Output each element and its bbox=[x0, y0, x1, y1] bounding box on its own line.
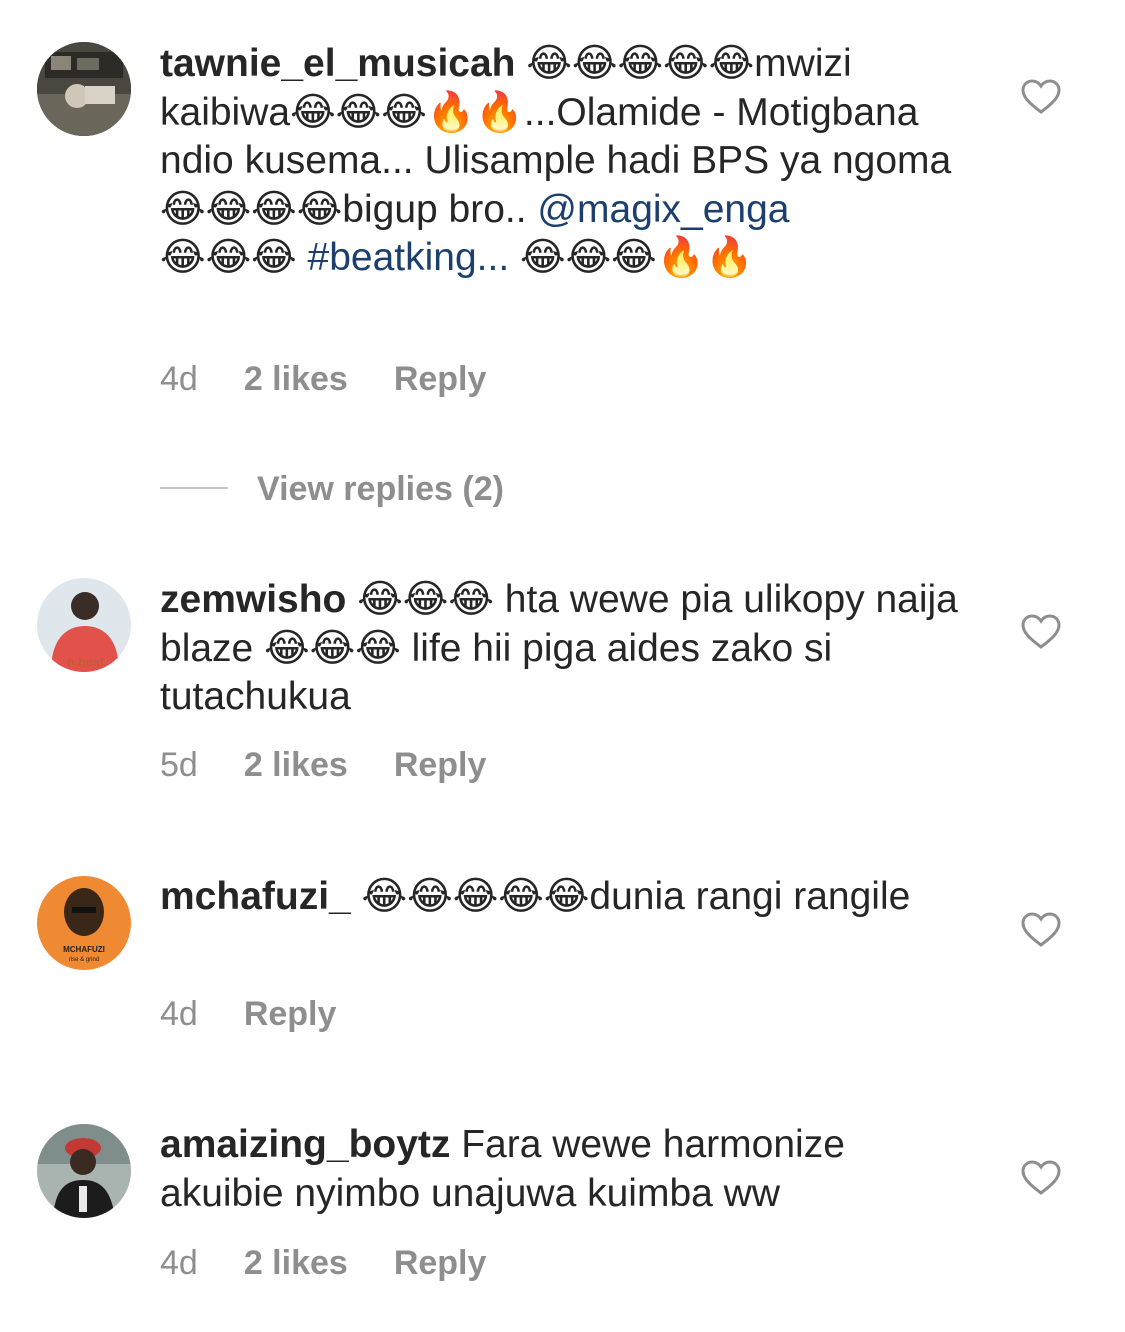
comment-body-end: 😂😂😂🔥🔥 bbox=[509, 236, 754, 279]
likes-count[interactable]: 2 likes bbox=[244, 1244, 348, 1283]
timestamp: 4d bbox=[160, 360, 198, 398]
comment-meta: 4d 2 likes Reply bbox=[160, 360, 532, 400]
avatar[interactable] bbox=[37, 1124, 131, 1218]
timestamp: 5d bbox=[160, 746, 198, 784]
svg-text:MCHAFUZI: MCHAFUZI bbox=[63, 945, 105, 954]
username[interactable]: zemwisho bbox=[160, 578, 346, 621]
comment-body: 😂😂😂😂😂dunia rangi rangile bbox=[350, 875, 911, 918]
svg-text:o beat: o beat bbox=[67, 655, 105, 669]
reply-button[interactable]: Reply bbox=[394, 360, 487, 399]
comment-text: zemwisho 😂😂😂 hta wewe pia ulikopy naija … bbox=[160, 576, 960, 722]
likes-count[interactable]: 2 likes bbox=[244, 746, 348, 785]
timestamp: 4d bbox=[160, 1244, 198, 1282]
comment-meta: 4d Reply bbox=[160, 995, 382, 1035]
mention-link[interactable]: @magix_enga bbox=[537, 188, 789, 231]
heart-outline-icon[interactable] bbox=[1021, 912, 1061, 948]
avatar[interactable]: o beat bbox=[37, 578, 131, 672]
comment-text: amaizing_boytz Fara wewe harmonize akuib… bbox=[160, 1121, 960, 1218]
heart-outline-icon[interactable] bbox=[1021, 1160, 1061, 1196]
hashtag-link[interactable]: #beatking... bbox=[308, 236, 510, 279]
likes-count[interactable]: 2 likes bbox=[244, 360, 348, 399]
cartoon-logo-avatar-image: MCHAFUZI rise & grind bbox=[37, 876, 131, 970]
comment-meta: 5d 2 likes Reply bbox=[160, 746, 532, 786]
avatar[interactable] bbox=[37, 42, 131, 136]
comment-body-continued: 😂😂😂 bbox=[160, 236, 308, 279]
view-replies-label: View replies (2) bbox=[257, 470, 504, 508]
reply-button[interactable]: Reply bbox=[394, 1244, 487, 1283]
person-photo-avatar-image: o beat bbox=[37, 578, 131, 672]
comment-meta: 4d 2 likes Reply bbox=[160, 1244, 532, 1284]
username[interactable]: tawnie_el_musicah bbox=[160, 42, 516, 85]
username[interactable]: amaizing_boytz bbox=[160, 1123, 450, 1166]
person-photo-avatar-image bbox=[37, 1124, 131, 1218]
svg-text:rise & grind: rise & grind bbox=[69, 957, 99, 963]
timestamp: 4d bbox=[160, 995, 198, 1033]
reply-button[interactable]: Reply bbox=[394, 746, 487, 785]
studio-photo-avatar-image bbox=[37, 42, 131, 136]
divider-line bbox=[160, 487, 228, 489]
reply-button[interactable]: Reply bbox=[244, 995, 337, 1034]
heart-outline-icon[interactable] bbox=[1021, 614, 1061, 650]
heart-outline-icon[interactable] bbox=[1021, 79, 1061, 115]
comment-text: tawnie_el_musicah 😂😂😂😂😂mwizi kaibiwa😂😂😂🔥… bbox=[160, 40, 960, 283]
username[interactable]: mchafuzi_ bbox=[160, 875, 351, 918]
avatar[interactable]: MCHAFUZI rise & grind bbox=[37, 876, 131, 970]
comment-text: mchafuzi_ 😂😂😂😂😂dunia rangi rangile bbox=[160, 873, 960, 922]
